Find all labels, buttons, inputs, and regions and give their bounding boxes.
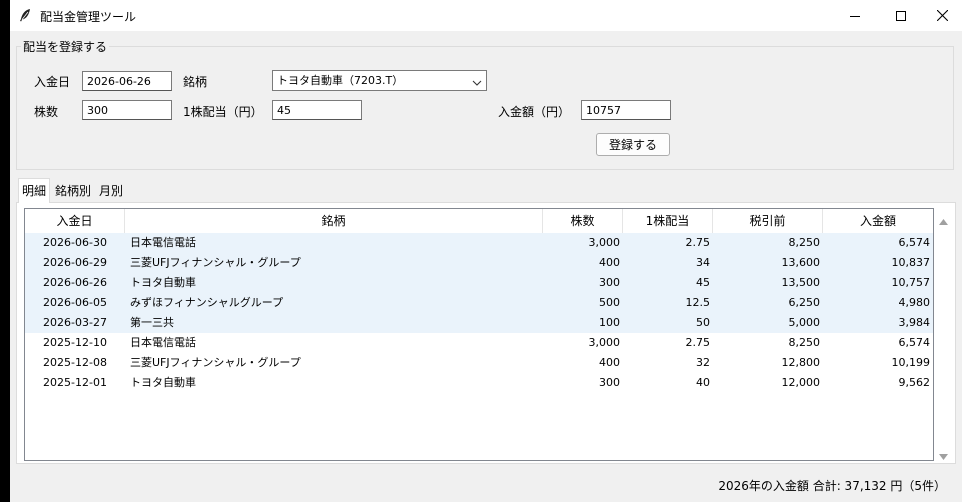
- table-cell-net: 6,574: [898, 336, 931, 349]
- table-cell-dps: 45: [696, 276, 710, 289]
- chevron-down-icon[interactable]: [472, 75, 482, 94]
- status-total: 2026年の入金額 合計: 37,132 円（5件）: [718, 479, 946, 493]
- close-icon: [936, 10, 948, 21]
- title-bar[interactable]: 配当金管理ツール: [10, 0, 962, 31]
- dividend-table[interactable]: 入金日 銘柄 株数 1株配当 税引前 入金額 2026-06-30 日本電信電話 3…: [24, 208, 934, 461]
- table-cell-gross: 12,000: [781, 376, 821, 389]
- table-cell-net: 4,980: [898, 296, 931, 309]
- table-cell-date: 2026-06-29: [43, 256, 107, 269]
- column-header-dps[interactable]: 1株配当: [623, 209, 713, 233]
- app-window: 配当金管理ツール 配当を登録する 入金日 銘柄 トヨタ自動車（7203.T） 株…: [10, 0, 962, 502]
- date-input[interactable]: [82, 71, 172, 91]
- table-cell-name: みずほフィナンシャルグループ: [130, 296, 284, 309]
- table-cell-name: 三菱UFJフィナンシャル・グループ: [130, 356, 301, 369]
- table-cell-shares: 300: [599, 376, 620, 389]
- table-cell-gross: 8,250: [788, 336, 821, 349]
- ticker-select[interactable]: トヨタ自動車（7203.T）: [272, 70, 487, 91]
- tab-by-ticker[interactable]: 銘柄別: [52, 180, 94, 202]
- shares-input[interactable]: [82, 100, 172, 120]
- table-cell-name: トヨタ自動車: [130, 276, 196, 289]
- ticker-select-value: トヨタ自動車（7203.T）: [277, 74, 404, 87]
- tab-monthly[interactable]: 月別: [96, 180, 126, 202]
- table-cell-gross: 13,600: [781, 256, 821, 269]
- dividend-per-share-input[interactable]: [272, 100, 362, 120]
- table-cell-dps: 32: [696, 356, 710, 369]
- table-cell-net: 10,837: [891, 256, 931, 269]
- shares-label: 株数: [34, 105, 59, 119]
- column-header-net[interactable]: 入金額: [823, 209, 933, 233]
- table-cell-dps: 50: [696, 316, 710, 329]
- table-row[interactable]: 2026-06-29 三菱UFJフィナンシャル・グループ 400 34 13,600 10…: [25, 253, 933, 273]
- register-group-legend: 配当を登録する: [23, 40, 108, 54]
- table-cell-shares: 3,000: [588, 236, 621, 249]
- table-cell-net: 6,574: [898, 236, 931, 249]
- tab-detail[interactable]: 明細: [18, 178, 50, 203]
- table-row[interactable]: 2025-12-10 日本電信電話 3,000 2.75 8,250 6,574: [25, 333, 933, 353]
- table-cell-gross: 13,500: [781, 276, 821, 289]
- register-button[interactable]: 登録する: [596, 133, 670, 156]
- column-header-name[interactable]: 銘柄: [125, 209, 543, 233]
- table-cell-date: 2026-06-05: [43, 296, 107, 309]
- date-label: 入金日: [34, 75, 71, 89]
- scroll-up-arrow-icon[interactable]: [939, 214, 948, 228]
- table-row[interactable]: 2026-06-30 日本電信電話 3,000 2.75 8,250 6,574: [25, 233, 933, 253]
- amount-label: 入金額（円）: [498, 105, 571, 119]
- table-cell-date: 2026-06-30: [43, 236, 107, 249]
- table-cell-date: 2025-12-08: [43, 356, 107, 369]
- table-row[interactable]: 2026-06-26 トヨタ自動車 300 45 13,500 10,757: [25, 273, 933, 293]
- table-cell-date: 2026-06-26: [43, 276, 107, 289]
- amount-input[interactable]: [581, 100, 671, 120]
- table-cell-dps: 34: [696, 256, 710, 269]
- table-row[interactable]: 2026-03-27 第一三共 100 50 5,000 3,984: [25, 313, 933, 333]
- table-cell-gross: 12,800: [781, 356, 821, 369]
- table-cell-dps: 40: [696, 376, 710, 389]
- table-cell-name: 三菱UFJフィナンシャル・グループ: [130, 256, 301, 269]
- column-header-shares[interactable]: 株数: [543, 209, 623, 233]
- table-cell-shares: 300: [599, 276, 620, 289]
- close-button[interactable]: [922, 0, 962, 31]
- table-cell-net: 10,199: [891, 356, 931, 369]
- maximize-button[interactable]: [878, 0, 924, 31]
- table-cell-dps: 2.75: [685, 336, 711, 349]
- ticker-label: 銘柄: [183, 75, 208, 89]
- table-cell-net: 3,984: [898, 316, 931, 329]
- minimize-button[interactable]: [832, 0, 878, 31]
- maximize-icon: [896, 10, 906, 21]
- table-cell-dps: 12.5: [685, 296, 711, 309]
- table-row[interactable]: 2025-12-01 トヨタ自動車 300 40 12,000 9,562: [25, 373, 933, 393]
- table-cell-shares: 500: [599, 296, 620, 309]
- table-cell-name: 日本電信電話: [130, 236, 196, 249]
- table-cell-date: 2026-03-27: [43, 316, 107, 329]
- table-cell-net: 10,757: [891, 276, 931, 289]
- table-cell-gross: 5,000: [788, 316, 821, 329]
- window-title: 配当金管理ツール: [40, 10, 137, 24]
- column-header-date[interactable]: 入金日: [25, 209, 125, 233]
- table-cell-date: 2025-12-01: [43, 376, 107, 389]
- table-cell-dps: 2.75: [685, 236, 711, 249]
- table-cell-shares: 100: [599, 316, 620, 329]
- table-row[interactable]: 2025-12-08 三菱UFJフィナンシャル・グループ 400 32 12,800 10…: [25, 353, 933, 373]
- table-cell-name: 第一三共: [130, 316, 174, 329]
- table-cell-name: トヨタ自動車: [130, 376, 196, 389]
- column-header-gross[interactable]: 税引前: [713, 209, 823, 233]
- table-cell-shares: 3,000: [588, 336, 621, 349]
- table-header: 入金日 銘柄 株数 1株配当 税引前 入金額: [25, 209, 933, 234]
- table-cell-gross: 8,250: [788, 236, 821, 249]
- table-cell-shares: 400: [599, 356, 620, 369]
- dividend-per-share-label: 1株配当（円）: [183, 105, 263, 119]
- table-cell-net: 9,562: [898, 376, 931, 389]
- table-cell-shares: 400: [599, 256, 620, 269]
- table-cell-date: 2025-12-10: [43, 336, 107, 349]
- scroll-down-arrow-icon[interactable]: [939, 449, 948, 463]
- minimize-icon: [850, 11, 860, 21]
- table-row[interactable]: 2026-06-05 みずほフィナンシャルグループ 500 12.5 6,250 4,98…: [25, 293, 933, 313]
- table-scrollbar[interactable]: [934, 208, 952, 461]
- table-cell-gross: 6,250: [788, 296, 821, 309]
- feather-icon: [17, 7, 33, 23]
- table-cell-name: 日本電信電話: [130, 336, 196, 349]
